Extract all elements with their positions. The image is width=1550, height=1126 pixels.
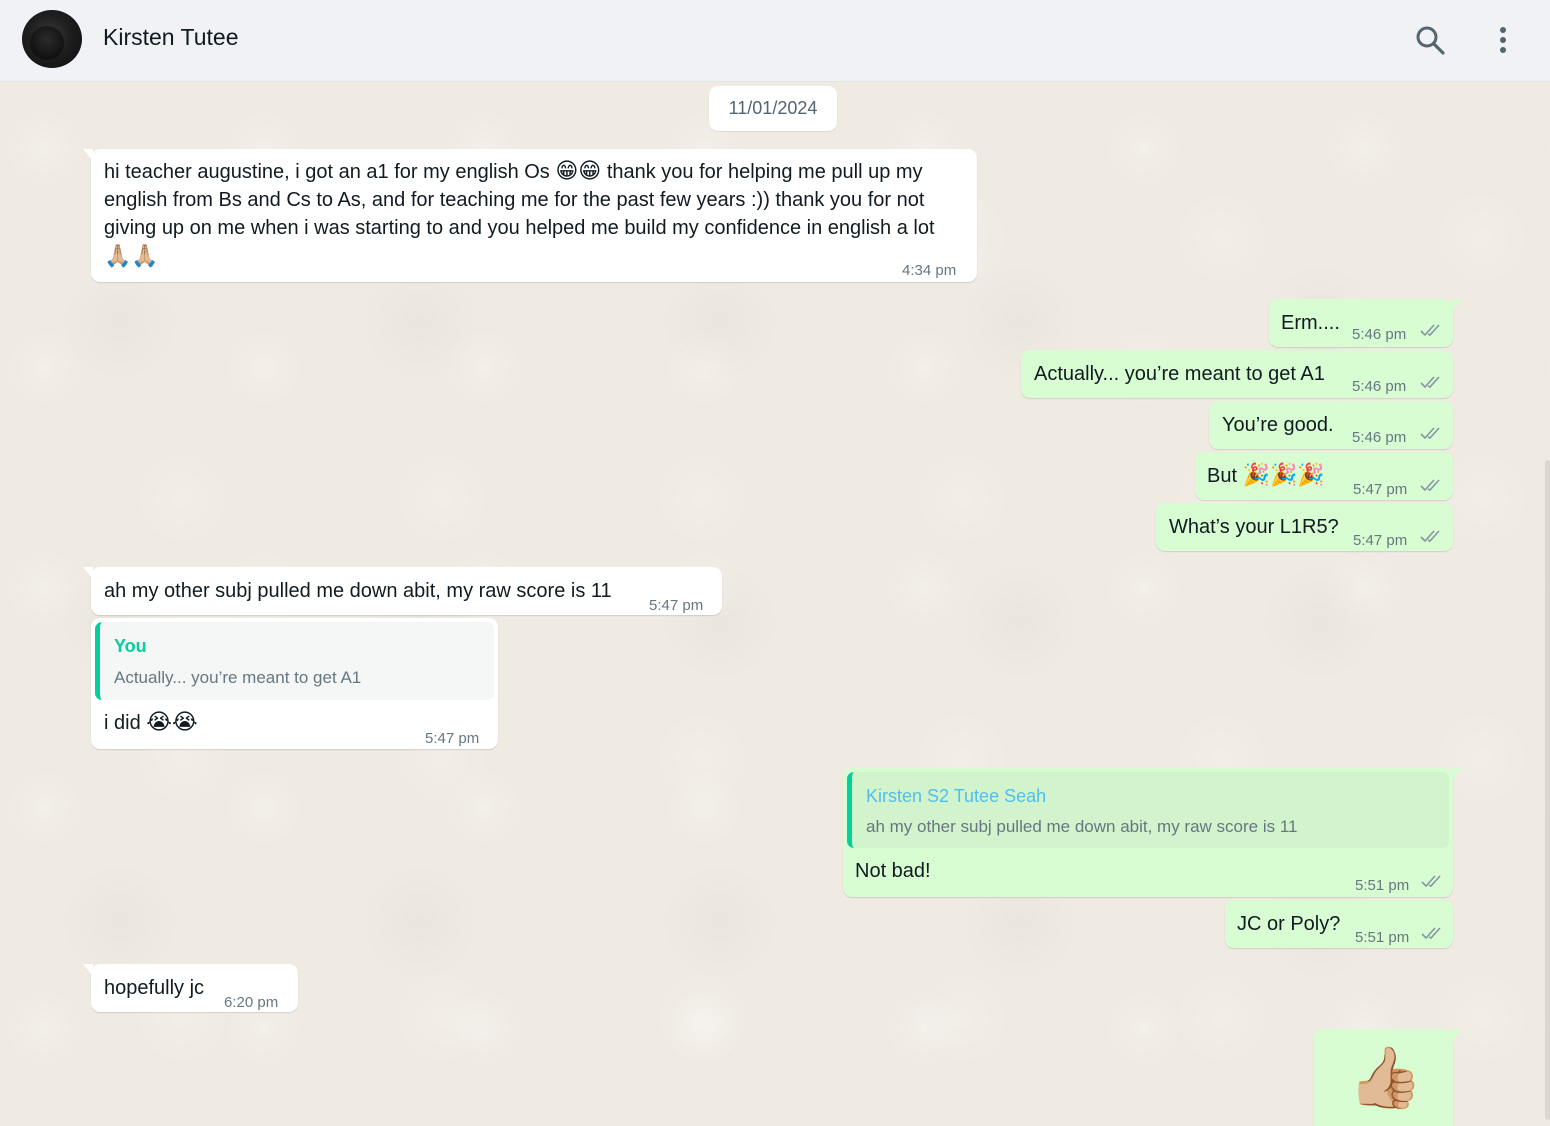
date-divider: 11/01/2024	[709, 86, 837, 131]
crying-emoji: 😭😭	[146, 709, 198, 734]
message-bubble-incoming[interactable]: hopefully jc 6:20 pm	[83, 964, 298, 1012]
message-text: hopefully jc	[104, 977, 205, 999]
message-text: hi teacher augustine, i got an a1 for my…	[104, 158, 935, 268]
message-text: JC or Poly?	[1237, 913, 1341, 935]
chat-scrollbar[interactable]	[1545, 460, 1550, 1120]
message-time: 6:20 pm	[224, 994, 279, 1011]
message-time: 5:46 pm	[1352, 429, 1407, 446]
message-bubble-outgoing[interactable]: What’s your L1R5? 5:47 pm	[1156, 503, 1453, 551]
message-text: But 🎉🎉🎉	[1207, 462, 1325, 487]
double-check-icon	[1421, 927, 1441, 940]
chat-header: Kirsten Tutee	[0, 0, 1550, 82]
double-check-icon	[1420, 427, 1440, 440]
menu-button[interactable]	[1485, 22, 1521, 58]
quoted-text: Actually... you’re meant to get A1	[114, 668, 362, 687]
message-bubble-incoming-reply[interactable]: You Actually... you’re meant to get A1 i…	[91, 618, 498, 749]
message-bubble-outgoing[interactable]: JC or Poly? 5:51 pm	[1225, 900, 1453, 948]
message-time: 5:47 pm	[425, 730, 480, 747]
grin-emoji: 😁😁	[555, 158, 602, 183]
message-time: 5:51 pm	[1355, 877, 1410, 894]
search-button[interactable]	[1412, 22, 1448, 58]
double-check-icon	[1421, 875, 1441, 888]
thumbs-up-emoji: 👍🏼	[1348, 1044, 1423, 1111]
quoted-message[interactable]: Kirsten S2 Tutee Seah ah my other subj p…	[847, 772, 1449, 848]
message-time: 5:47 pm	[1353, 481, 1408, 498]
message-text: ah my other subj pulled me down abit, my…	[104, 580, 612, 602]
double-check-icon	[1420, 376, 1440, 389]
message-time: 5:46 pm	[1352, 326, 1407, 343]
contact-name[interactable]: Kirsten Tutee	[103, 24, 239, 51]
quoted-text: ah my other subj pulled me down abit, my…	[866, 817, 1298, 836]
message-text: Not bad!	[855, 860, 931, 882]
message-bubble-outgoing[interactable]: Erm.... 5:46 pm	[1269, 299, 1462, 347]
message-text: Actually... you’re meant to get A1	[1034, 363, 1325, 385]
message-text: Erm....	[1281, 312, 1340, 334]
party-popper-emoji: 🎉🎉🎉	[1242, 462, 1325, 487]
double-check-icon	[1420, 324, 1440, 337]
quoted-author: Kirsten S2 Tutee Seah	[866, 786, 1047, 806]
quoted-message[interactable]: You Actually... you’re meant to get A1	[95, 622, 494, 700]
message-bubble-outgoing[interactable]: 👍🏼	[1314, 1029, 1462, 1126]
message-text: You’re good.	[1222, 414, 1334, 436]
message-time: 4:34 pm	[902, 262, 957, 279]
message-bubble-incoming[interactable]: ah my other subj pulled me down abit, my…	[83, 567, 722, 615]
message-bubble-outgoing[interactable]: But 🎉🎉🎉 5:47 pm	[1195, 452, 1453, 500]
quoted-author: You	[114, 636, 147, 656]
message-time: 5:51 pm	[1355, 929, 1410, 946]
message-time: 5:46 pm	[1352, 378, 1407, 395]
menu-dots-icon	[1500, 27, 1506, 53]
message-bubble-outgoing[interactable]: Actually... you’re meant to get A1 5:46 …	[1021, 350, 1453, 398]
message-time: 5:47 pm	[1353, 532, 1408, 549]
search-icon	[1416, 26, 1445, 55]
contact-avatar[interactable]	[22, 10, 82, 68]
double-check-icon	[1420, 479, 1440, 492]
message-text: What’s your L1R5?	[1169, 516, 1339, 538]
message-time: 5:47 pm	[649, 597, 704, 614]
message-bubble-outgoing[interactable]: You’re good. 5:46 pm	[1209, 401, 1453, 449]
message-bubble-incoming[interactable]: hi teacher augustine, i got an a1 for my…	[83, 149, 977, 282]
message-text: i did 😭😭	[104, 709, 198, 734]
message-bubble-outgoing-reply[interactable]: Kirsten S2 Tutee Seah ah my other subj p…	[843, 768, 1462, 897]
double-check-icon	[1420, 530, 1440, 543]
pray-emoji: 🙏🏼🙏🏼	[104, 243, 159, 268]
